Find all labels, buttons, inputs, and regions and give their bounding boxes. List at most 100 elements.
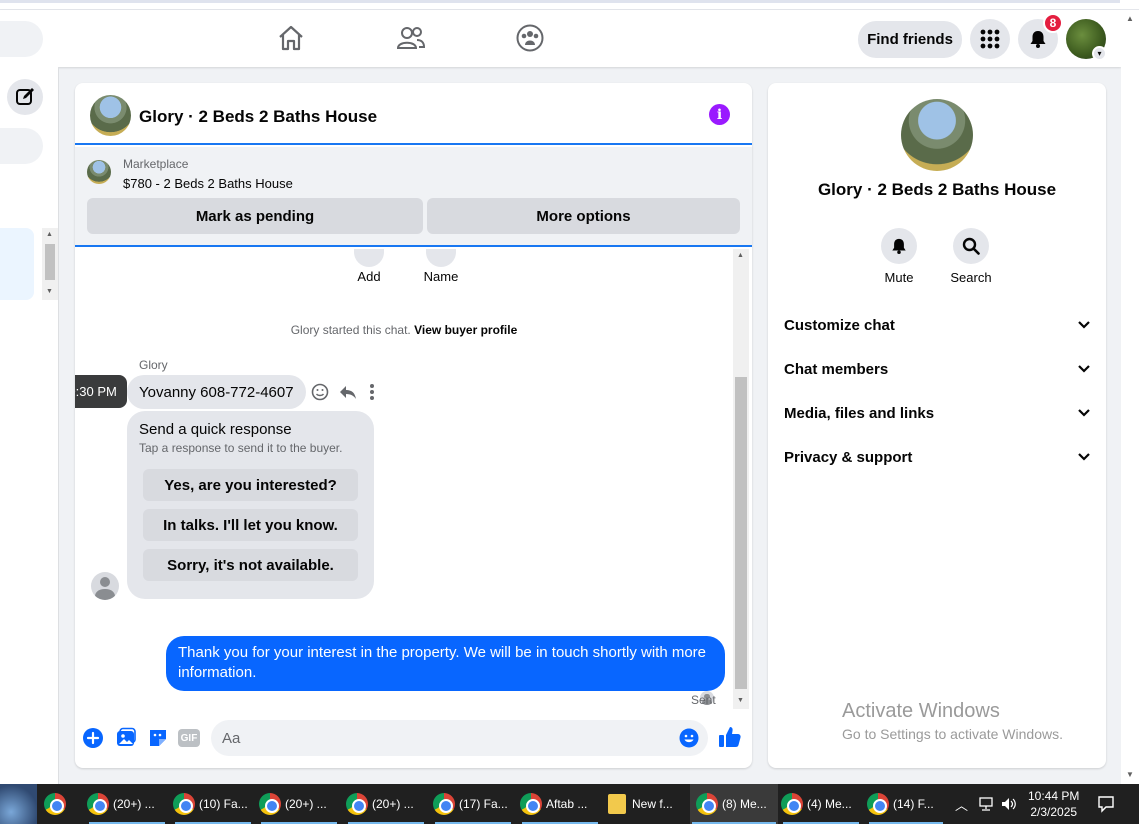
listing-thumbnail[interactable] (87, 160, 111, 184)
mark-as-pending-button[interactable]: Mark as pending (87, 198, 423, 234)
menu-button[interactable] (970, 19, 1010, 59)
groups-icon[interactable] (515, 23, 545, 53)
chevron-down-icon[interactable]: ▾ (1092, 46, 1107, 61)
photo-icon[interactable] (115, 727, 137, 749)
message-scroll-thumb[interactable] (735, 377, 747, 689)
reply-icon[interactable] (339, 383, 357, 401)
chrome-icon (781, 793, 803, 815)
sidebar-scroll-thumb[interactable] (45, 244, 55, 280)
taskbar-item[interactable]: (17) Fa... (433, 784, 513, 824)
taskbar-item-label: (14) F... (893, 797, 934, 811)
emoji-icon[interactable] (679, 728, 699, 748)
quick-response-option[interactable]: In talks. I'll let you know. (143, 509, 358, 541)
scroll-up-arrow-icon[interactable]: ▲ (1126, 14, 1134, 23)
scroll-up-arrow-icon[interactable]: ▲ (46, 231, 53, 238)
taskbar-item[interactable]: New f... (608, 784, 686, 824)
add-action[interactable]: Add (351, 249, 387, 284)
taskbar-item[interactable]: Aftab ... (520, 784, 600, 824)
more-options-button[interactable]: More options (427, 198, 740, 234)
quick-response-option[interactable]: Sorry, it's not available. (143, 549, 358, 581)
taskbar-chrome-pinned[interactable] (44, 784, 74, 824)
chat-search-field[interactable] (0, 128, 43, 164)
start-button[interactable] (0, 784, 37, 824)
chat-title[interactable]: Glory · 2 Beds 2 Baths House (139, 107, 377, 127)
listing-avatar[interactable] (90, 95, 131, 136)
chrome-icon (520, 793, 542, 815)
notification-center-icon[interactable] (1097, 795, 1115, 813)
chevron-down-icon (1078, 365, 1090, 373)
gif-icon[interactable]: GIF (178, 729, 200, 747)
incoming-message-bubble[interactable]: Yovanny 608-772-4607 (127, 375, 306, 409)
top-navbar: Find friends 8 ▾ (0, 10, 1121, 67)
find-friends-button[interactable]: Find friends (858, 21, 962, 58)
mute-button[interactable] (881, 228, 917, 264)
active-chat-item[interactable] (0, 228, 34, 300)
sidebar-scrollbar[interactable]: ▲ ▼ (42, 228, 58, 300)
nav-search-field[interactable] (0, 21, 43, 57)
taskbar-item[interactable]: (20+) ... (259, 784, 339, 824)
sent-status: Sent (691, 693, 716, 707)
section-label: Customize chat (784, 316, 895, 334)
chrome-icon (173, 793, 195, 815)
tray-chevron-up-icon[interactable]: ︿ (955, 795, 968, 814)
add-action-label: Add (357, 269, 381, 284)
info-icon[interactable]: i (709, 104, 730, 125)
compose-icon (16, 88, 34, 105)
section-label: Media, files and links (784, 404, 935, 422)
name-action[interactable]: Name (421, 249, 461, 284)
listing-profile-photo[interactable] (901, 99, 973, 171)
message-list: Add Name Glory started this chat. View b… (75, 249, 752, 709)
taskbar-item-label: (17) Fa... (459, 797, 508, 811)
more-vertical-icon[interactable] (369, 383, 375, 401)
browser-tab-strip (0, 0, 1120, 3)
message-scrollbar[interactable]: ▲ ▼ (733, 249, 749, 709)
section-customize-chat[interactable]: Customize chat (784, 313, 1090, 337)
section-media-files-links[interactable]: Media, files and links (784, 401, 1090, 425)
quick-response-option[interactable]: Yes, are you interested? (143, 469, 358, 501)
listing-price-title[interactable]: $780 - 2 Beds 2 Baths House (123, 176, 293, 191)
friends-icon[interactable] (396, 23, 426, 53)
outgoing-message-bubble[interactable]: Thank you for your interest in the prope… (166, 636, 725, 691)
taskbar-item-label: (20+) ... (113, 797, 155, 811)
plus-circle-icon[interactable] (82, 727, 104, 749)
network-icon[interactable] (978, 797, 994, 811)
home-icon[interactable] (276, 23, 306, 53)
chat-panel: Glory · 2 Beds 2 Baths House i Marketpla… (75, 83, 752, 768)
message-input[interactable]: Aa (211, 720, 708, 756)
sender-avatar[interactable] (91, 572, 119, 600)
taskbar-item[interactable]: (4) Me... (781, 784, 861, 824)
view-buyer-profile-link[interactable]: View buyer profile (414, 323, 517, 337)
chrome-icon (867, 793, 889, 815)
page-scrollbar[interactable]: ▲ ▼ (1121, 10, 1139, 784)
search-action[interactable]: Search (941, 228, 1001, 285)
section-chat-members[interactable]: Chat members (784, 357, 1090, 381)
scroll-down-arrow-icon[interactable]: ▼ (1126, 770, 1134, 779)
watermark-line-2: Go to Settings to activate Windows. (842, 726, 1063, 742)
taskbar-item[interactable]: (20+) ... (346, 784, 426, 824)
bell-icon (892, 238, 906, 254)
activate-windows-watermark: Activate Windows Go to Settings to activ… (842, 700, 1063, 742)
system-tray: ︿ (955, 784, 1017, 824)
mute-action[interactable]: Mute (869, 228, 929, 285)
sticker-icon[interactable] (147, 727, 169, 749)
taskbar-item[interactable]: (10) Fa... (173, 784, 253, 824)
react-emoji-icon[interactable] (311, 383, 329, 401)
scroll-down-arrow-icon[interactable]: ▼ (46, 288, 53, 295)
taskbar-item-active[interactable]: (8) Me... (690, 784, 778, 824)
windows-taskbar: (20+) ... (10) Fa... (20+) ... (20+) ...… (0, 784, 1139, 824)
quick-response-card: Send a quick response Tap a response to … (127, 411, 374, 599)
new-message-button[interactable] (7, 79, 43, 115)
volume-icon[interactable] (1001, 797, 1017, 811)
thumbs-up-icon[interactable] (718, 725, 742, 749)
taskbar-item[interactable]: (20+) ... (87, 784, 167, 824)
message-actions (311, 381, 375, 403)
taskbar-item[interactable]: (14) F... (867, 784, 945, 824)
scroll-down-arrow-icon[interactable]: ▼ (737, 697, 744, 704)
scroll-up-arrow-icon[interactable]: ▲ (737, 252, 744, 259)
chat-started-text: Glory started this chat. (290, 323, 411, 337)
search-button[interactable] (953, 228, 989, 264)
info-panel-title: Glory · 2 Beds 2 Baths House (817, 180, 1057, 199)
section-privacy-support[interactable]: Privacy & support (784, 445, 1090, 469)
taskbar-item-label: (8) Me... (722, 797, 767, 811)
system-clock[interactable]: 10:44 PM 2/3/2025 (1028, 788, 1079, 820)
